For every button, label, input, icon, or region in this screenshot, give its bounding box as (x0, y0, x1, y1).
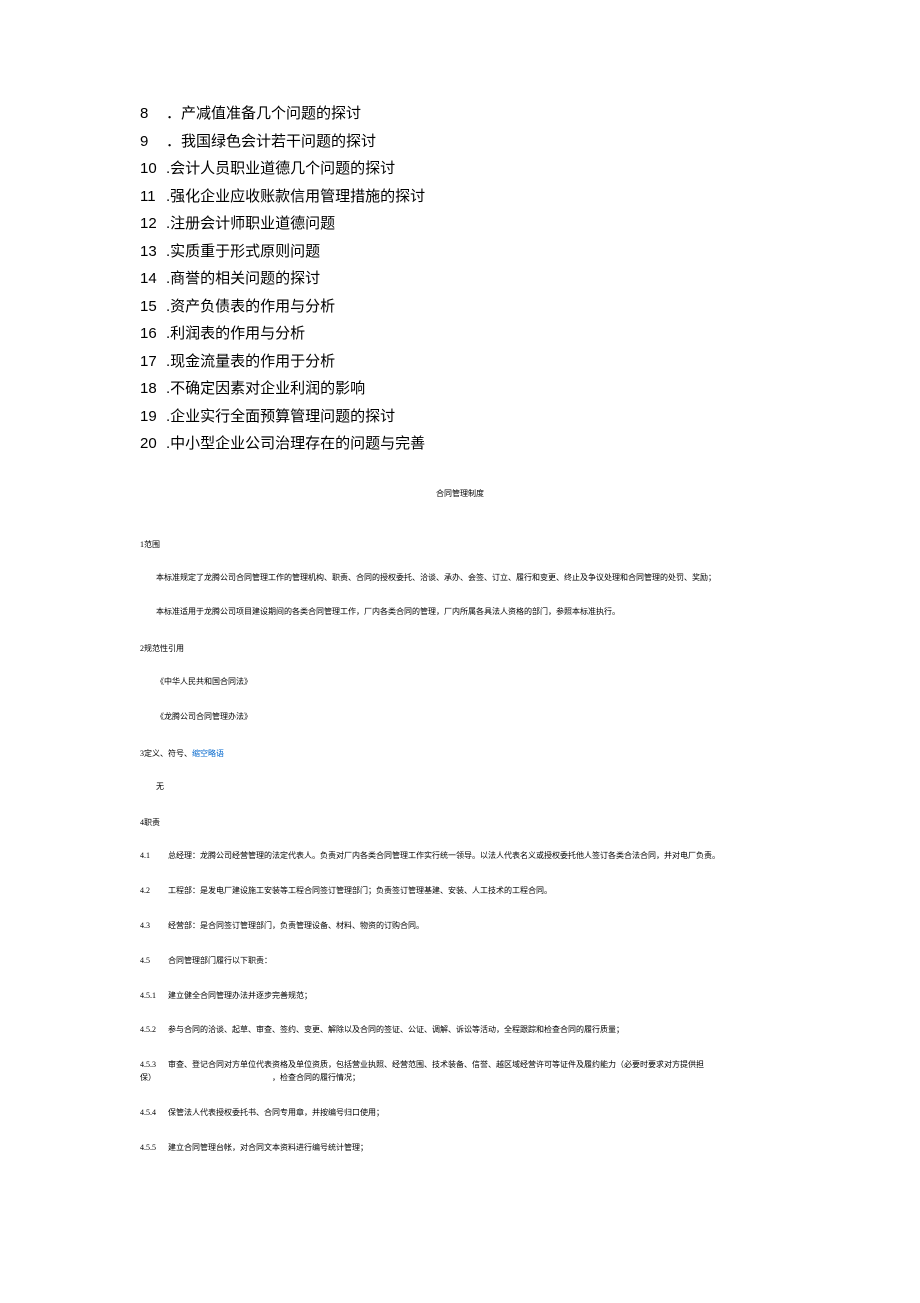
list-item: 18 .不确定因素对企业利润的影响 (140, 375, 780, 403)
abbreviation-link[interactable]: 缩空略语 (192, 749, 224, 758)
item-text: .企业实行全面预算管理问题的探讨 (166, 403, 395, 431)
item-number: 10 (140, 155, 166, 183)
paragraph: 本标准适用于龙腾公司项目建设期间的各类合同管理工作，厂内各类合同的管理，厂内所属… (140, 606, 780, 619)
item-number: 16 (140, 320, 166, 348)
clause-text: 工程部：是发电厂建设施工安装等工程合同签订管理部门；负责签订管理基建、安装、人工… (168, 886, 552, 895)
clause-number: 4.5.4 (140, 1107, 168, 1120)
list-item: 15 .资产负债表的作用与分析 (140, 293, 780, 321)
clause-item: 4.5.3审查、登记合同对方单位代表资格及单位资质，包括营业执照、经营范围、技术… (140, 1059, 780, 1085)
clause-number: 4.2 (140, 885, 168, 898)
clause-text: 保管法人代表授权委托书、合同专用章，并按编号归口使用； (168, 1108, 384, 1117)
item-number: 9 (140, 128, 166, 156)
section-heading-2: 2规范性引用 (140, 643, 780, 654)
paragraph: 《中华人民共和国合同法》 (140, 676, 780, 689)
section-heading-1: 1范围 (140, 539, 780, 550)
list-item: 10 .会计人员职业道德几个问题的探讨 (140, 155, 780, 183)
clause-number: 4.5 (140, 955, 168, 968)
topic-list: 8．产减值准备几个问题的探讨 9．我国绿色会计若干问题的探讨 10 .会计人员职… (140, 100, 780, 458)
clause-text: 经营部：是合同签订管理部门，负责管理设备、材料、物资的订购合同。 (168, 921, 424, 930)
clause-item: 4.5.2参与合同的洽谈、起草、审查、签约、变更、解除以及合同的签证、公证、调解… (140, 1024, 780, 1037)
clause-text: 参与合同的洽谈、起草、审查、签约、变更、解除以及合同的签证、公证、调解、诉讼等活… (168, 1025, 624, 1034)
item-text: .强化企业应收账款信用管理措施的探讨 (166, 183, 425, 211)
item-text: .实质重于形式原则问题 (166, 238, 320, 266)
list-item: 20 .中小型企业公司治理存在的问题与完善 (140, 430, 780, 458)
paragraph: 《龙腾公司合同管理办法》 (140, 711, 780, 724)
item-text: .不确定因素对企业利润的影响 (166, 375, 365, 403)
clause-number: 4.1 (140, 850, 168, 863)
clause-text: 审查、登记合同对方单位代表资格及单位资质，包括营业执照、经营范围、技术装备、信誉… (140, 1060, 704, 1082)
item-number: 8 (140, 100, 166, 128)
clause-trailing: ，检查合同的履行情况； (272, 1073, 360, 1082)
item-text: .会计人员职业道德几个问题的探讨 (166, 155, 395, 183)
clause-text: 建立合同管理台帐，对合同文本资料进行编号统计管理； (168, 1143, 368, 1152)
list-item: 14 .商誉的相关问题的探讨 (140, 265, 780, 293)
item-text: .中小型企业公司治理存在的问题与完善 (166, 430, 425, 458)
item-number: 13 (140, 238, 166, 266)
list-item: 9．我国绿色会计若干问题的探讨 (140, 128, 780, 156)
item-text: .注册会计师职业道德问题 (166, 210, 335, 238)
item-text: .利润表的作用与分析 (166, 320, 305, 348)
item-number: 12 (140, 210, 166, 238)
item-text: ．我国绿色会计若干问题的探讨 (166, 128, 376, 156)
clause-item: 4.5.5建立合同管理台帐，对合同文本资料进行编号统计管理； (140, 1142, 780, 1155)
clause-text: 合同管理部门履行以下职责： (168, 956, 272, 965)
list-item: 11 .强化企业应收账款信用管理措施的探讨 (140, 183, 780, 211)
clause-item: 4.5.4保管法人代表授权委托书、合同专用章，并按编号归口使用； (140, 1107, 780, 1120)
clause-item: 4.5合同管理部门履行以下职责： (140, 955, 780, 968)
item-number: 15 (140, 293, 166, 321)
list-item: 17 .现金流量表的作用于分析 (140, 348, 780, 376)
clause-number: 4.3 (140, 920, 168, 933)
item-number: 14 (140, 265, 166, 293)
clause-text: 建立健全合同管理办法并逐步完善规范； (168, 991, 312, 1000)
clause-item: 4.3经营部：是合同签订管理部门，负责管理设备、材料、物资的订购合同。 (140, 920, 780, 933)
item-number: 20 (140, 430, 166, 458)
section-heading-4: 4职责 (140, 817, 780, 828)
item-number: 11 (140, 183, 166, 211)
item-number: 19 (140, 403, 166, 431)
paragraph: 本标准规定了龙腾公司合同管理工作的管理机构、职责、合同的授权委托、洽谈、承办、会… (140, 572, 780, 585)
item-text: .商誉的相关问题的探讨 (166, 265, 320, 293)
clause-text: 总经理：龙腾公司经营管理的法定代表人。负责对厂内各类合同管理工作实行统一领导。以… (168, 851, 720, 860)
list-item: 16 .利润表的作用与分析 (140, 320, 780, 348)
section-heading-3: 3定义、符号、缩空略语 (140, 748, 780, 759)
clause-item: 4.2工程部：是发电厂建设施工安装等工程合同签订管理部门；负责签订管理基建、安装… (140, 885, 780, 898)
clause-item: 4.1总经理：龙腾公司经营管理的法定代表人。负责对厂内各类合同管理工作实行统一领… (140, 850, 780, 863)
clause-number: 4.5.2 (140, 1024, 168, 1037)
item-number: 18 (140, 375, 166, 403)
list-item: 13 .实质重于形式原则问题 (140, 238, 780, 266)
item-text: .资产负债表的作用与分析 (166, 293, 335, 321)
item-number: 17 (140, 348, 166, 376)
clause-number: 4.5.1 (140, 990, 168, 1003)
list-item: 8．产减值准备几个问题的探讨 (140, 100, 780, 128)
clause-number: 4.5.5 (140, 1142, 168, 1155)
clause-item: 4.5.1建立健全合同管理办法并逐步完善规范； (140, 990, 780, 1003)
heading-prefix: 3定义、符号、 (140, 749, 192, 758)
list-item: 12 .注册会计师职业道德问题 (140, 210, 780, 238)
list-item: 19 .企业实行全面预算管理问题的探讨 (140, 403, 780, 431)
clause-number: 4.5.3 (140, 1059, 168, 1072)
paragraph: 无 (140, 781, 780, 794)
item-text: .现金流量表的作用于分析 (166, 348, 335, 376)
item-text: ．产减值准备几个问题的探讨 (166, 100, 361, 128)
document-title: 合同管理制度 (140, 488, 780, 499)
